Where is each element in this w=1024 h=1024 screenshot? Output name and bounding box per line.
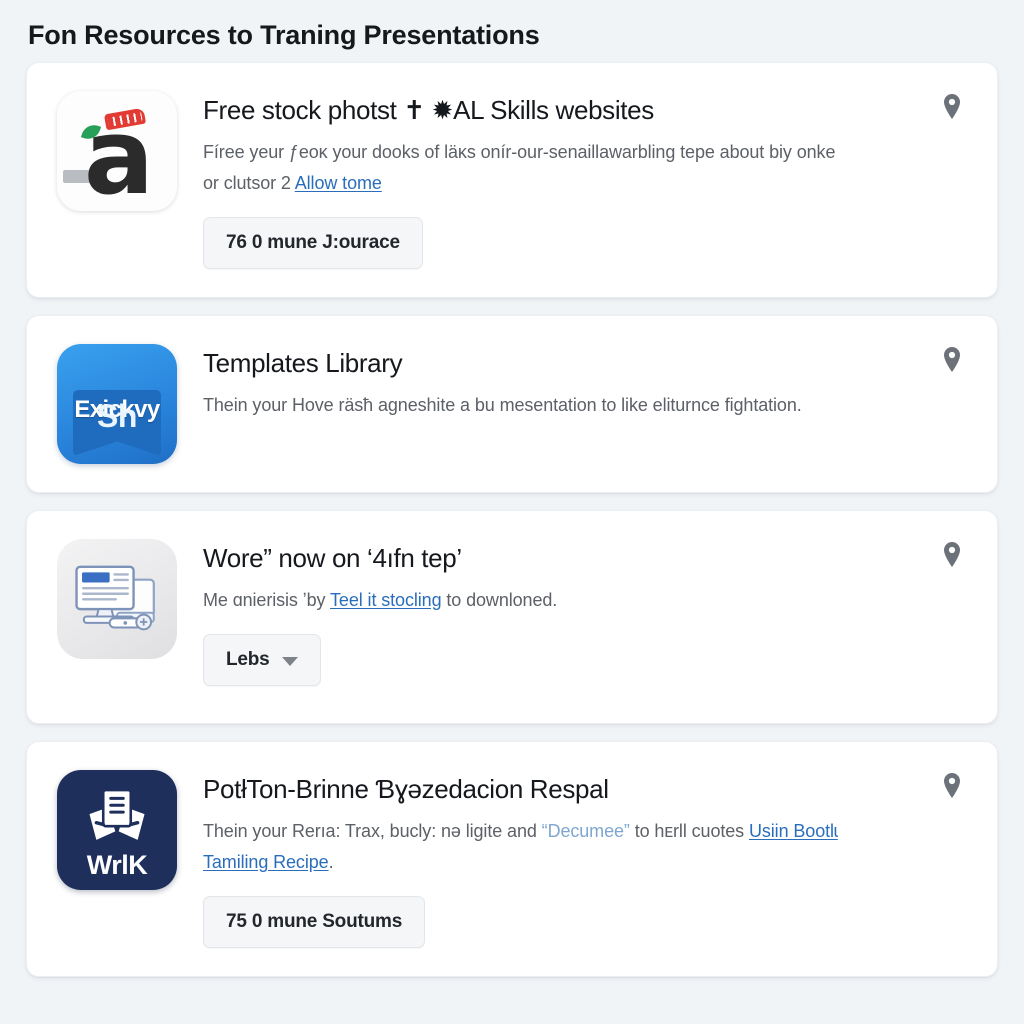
location-pin-icon[interactable] — [941, 541, 963, 569]
card-body: Wore” now on ‘4ıfn tep’ Me ɑnierisis ʼby… — [203, 539, 973, 686]
solutions-count-button-label: 75 0 mune Soutums — [226, 911, 403, 932]
solutions-count-button[interactable]: 75 0 mune Soutums — [203, 896, 426, 948]
description-text: Thein your Rerıa: Traх, bucly: nǝ ligite… — [203, 821, 542, 841]
card-description: Fíree yeur ƒeoĸ your dooks of läĸs onír-… — [203, 137, 843, 199]
resource-card-list: a Free stock photst ✝ ✹AL Skills website… — [26, 62, 998, 977]
wrlk-documents-app-icon: WrlK — [57, 770, 177, 890]
exickvy-sh-app-icon: Exickvy Sh — [57, 344, 177, 464]
allow-tome-link[interactable]: Allow tome — [295, 173, 382, 193]
location-pin-icon[interactable] — [941, 772, 963, 800]
card-title: Templates Library — [203, 348, 403, 378]
location-pin-icon[interactable] — [941, 93, 963, 121]
icon-label: WrlK — [86, 850, 148, 880]
decumee-link[interactable]: “Decumee” — [542, 821, 630, 841]
source-count-button[interactable]: 76 0 mune J:ourace — [203, 217, 423, 269]
description-text-tail: to downloned. — [441, 590, 558, 610]
labels-dropdown-label: Lebs — [226, 649, 270, 670]
letter-a-app-icon: a — [57, 91, 177, 211]
desktop-monitor-icon — [57, 539, 177, 659]
teel-it-stocling-link[interactable]: Teel it stocling — [330, 590, 442, 610]
location-pin-icon[interactable] — [941, 346, 963, 374]
card-body: Templates Library Thein your Hove räsħ a… — [203, 344, 973, 421]
source-count-button-label: 76 0 mune J:ourace — [226, 232, 400, 253]
description-text-tail: . — [328, 852, 334, 872]
resource-card[interactable]: Exickvy Sh Templates Library Thein your … — [26, 315, 998, 493]
resource-card[interactable]: Wore” now on ‘4ıfn tep’ Me ɑnierisis ʼby… — [26, 510, 998, 724]
icon-letter-glyph: a — [83, 96, 155, 211]
resource-card[interactable]: WrlK PotłTon-Brinne Ɓɣǝzedacion Respal T… — [26, 741, 998, 977]
card-body: PotłTon-Brinne Ɓɣǝzedacion Respal Thein … — [203, 770, 973, 948]
card-body: Free stock photst ✝ ✹AL Skills websites … — [203, 91, 973, 269]
description-text: Thein your Hove räsħ agneshite a bu mese… — [203, 395, 802, 415]
resource-card[interactable]: a Free stock photst ✝ ✹AL Skills website… — [26, 62, 998, 298]
card-description: Thein your Hove räsħ agneshite a bu mese… — [203, 390, 843, 421]
card-title: Wore” now on ‘4ıfn tep’ — [203, 543, 462, 573]
icon-banner-label: Sh — [97, 398, 137, 434]
page-root: Fon Resources to Traning Presentations a… — [0, 0, 1024, 1024]
labels-dropdown-button[interactable]: Lebs — [203, 634, 321, 686]
description-text-mid: to hᴇrll cuotes — [629, 821, 749, 841]
description-text: Me ɑnierisis ʼby — [203, 590, 331, 610]
card-description: Me ɑnierisis ʼby Teel it stocling to dow… — [203, 585, 843, 616]
card-title: PotłTon-Brinne Ɓɣǝzedacion Respal — [203, 774, 609, 804]
chevron-down-icon — [281, 656, 298, 666]
card-title: Free stock photst ✝ ✹AL Skills websites — [203, 95, 654, 125]
card-description: Thein your Rerıa: Traх, bucly: nǝ ligite… — [203, 816, 843, 878]
page-title: Fon Resources to Traning Presentations — [28, 20, 540, 50]
